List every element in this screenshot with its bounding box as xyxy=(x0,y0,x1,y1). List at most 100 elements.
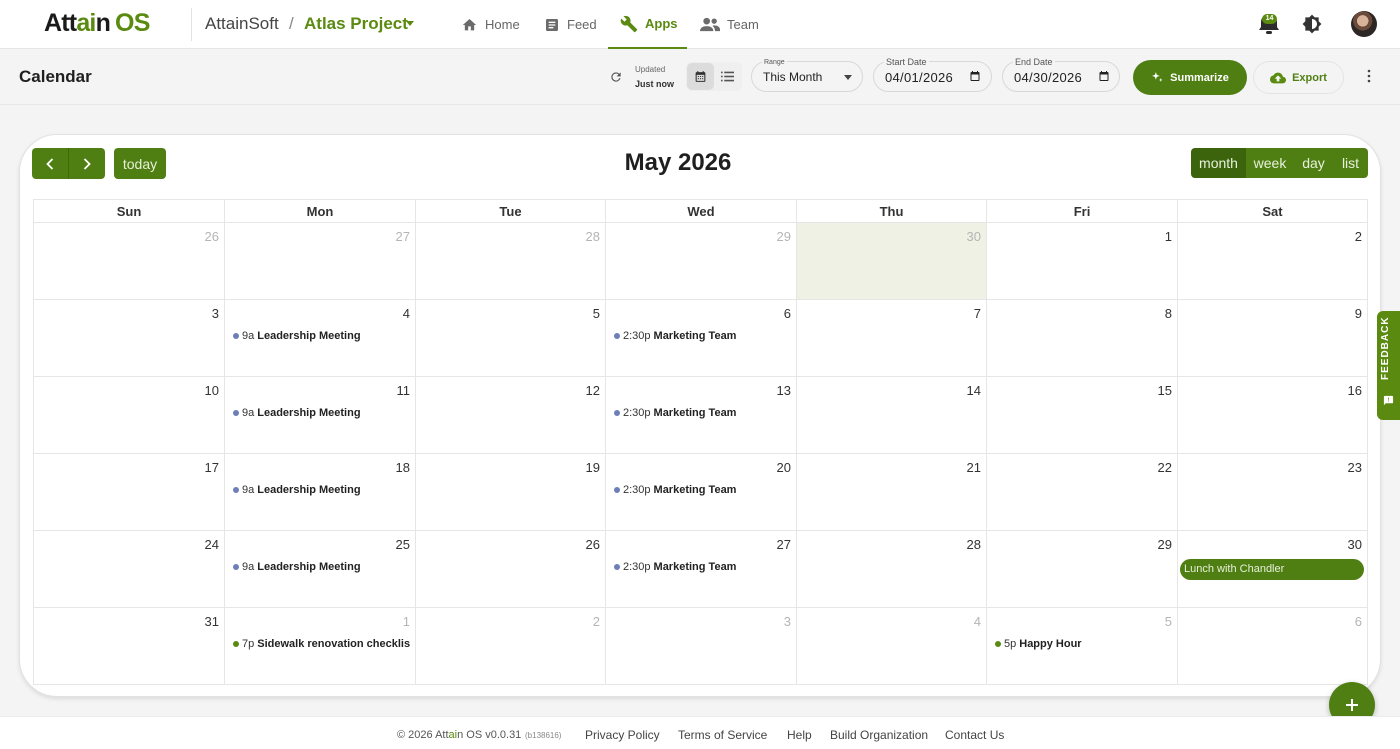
calendar-event[interactable]: 2:30p Marketing Team xyxy=(614,407,736,419)
view-day-button[interactable]: day xyxy=(1294,148,1333,178)
day-number[interactable]: 18 xyxy=(396,460,410,475)
today-button[interactable]: today xyxy=(114,148,166,179)
day-number[interactable]: 29 xyxy=(777,229,791,244)
day-cell[interactable]: 20 2:30p Marketing Team xyxy=(605,454,796,531)
day-number[interactable]: 2 xyxy=(593,614,600,629)
day-number[interactable]: 22 xyxy=(1158,460,1172,475)
day-cell[interactable]: 29 xyxy=(986,531,1177,608)
day-number[interactable]: 2 xyxy=(1355,229,1362,244)
view-month-button[interactable]: month xyxy=(1191,148,1246,178)
theme-toggle-icon[interactable] xyxy=(1302,14,1322,34)
nav-feed[interactable]: Feed xyxy=(544,0,597,49)
project-selector[interactable]: Atlas Project xyxy=(304,14,408,34)
day-number[interactable]: 17 xyxy=(205,460,219,475)
calendar-event[interactable]: 2:30p Marketing Team xyxy=(614,330,736,342)
calendar-event[interactable]: 5p Happy Hour xyxy=(995,638,1082,650)
calendar-event[interactable]: 2:30p Marketing Team xyxy=(614,484,736,496)
day-cell[interactable]: 15 xyxy=(986,377,1177,454)
day-number[interactable]: 26 xyxy=(586,537,600,552)
next-month-button[interactable] xyxy=(69,148,106,179)
day-cell[interactable]: 11 9a Leadership Meeting xyxy=(224,377,415,454)
day-number[interactable]: 3 xyxy=(784,614,791,629)
day-cell[interactable]: 7 xyxy=(796,300,986,377)
calendar-event[interactable]: 9a Leadership Meeting xyxy=(233,330,361,342)
day-cell[interactable]: 6 xyxy=(1177,608,1368,685)
day-cell[interactable]: 13 2:30p Marketing Team xyxy=(605,377,796,454)
day-number[interactable]: 1 xyxy=(1165,229,1172,244)
calendar-event[interactable]: 9a Leadership Meeting xyxy=(233,407,361,419)
day-cell[interactable]: 9 xyxy=(1177,300,1368,377)
view-list-button[interactable]: list xyxy=(1333,148,1368,178)
day-cell[interactable]: 14 xyxy=(796,377,986,454)
day-number[interactable]: 12 xyxy=(586,383,600,398)
prev-month-button[interactable] xyxy=(32,148,69,179)
day-number[interactable]: 27 xyxy=(396,229,410,244)
day-number[interactable]: 8 xyxy=(1165,306,1172,321)
day-cell[interactable]: 5 xyxy=(415,300,605,377)
day-cell[interactable]: 29 xyxy=(605,223,796,300)
day-cell[interactable]: 23 xyxy=(1177,454,1368,531)
day-number[interactable]: 31 xyxy=(205,614,219,629)
day-cell[interactable]: 2 xyxy=(415,608,605,685)
end-date-field[interactable]: End Date 04/30/2026 xyxy=(1002,57,1120,92)
day-cell[interactable]: 21 xyxy=(796,454,986,531)
day-cell[interactable]: 10 xyxy=(33,377,224,454)
day-cell[interactable]: 27 xyxy=(224,223,415,300)
refresh-icon[interactable] xyxy=(609,70,623,84)
day-number[interactable]: 11 xyxy=(397,383,411,398)
calendar-event[interactable]: 2:30p Marketing Team xyxy=(614,561,736,573)
day-cell[interactable]: 26 xyxy=(415,531,605,608)
user-avatar[interactable] xyxy=(1351,11,1377,37)
calendar-event[interactable]: 9a Leadership Meeting xyxy=(233,484,361,496)
day-number[interactable]: 6 xyxy=(1355,614,1362,629)
day-cell[interactable]: 28 xyxy=(796,531,986,608)
day-number[interactable]: 5 xyxy=(593,306,600,321)
day-cell[interactable]: 27 2:30p Marketing Team xyxy=(605,531,796,608)
calendar-event[interactable]: 9a Leadership Meeting xyxy=(233,561,361,573)
footer-link-build-org[interactable]: Build Organization xyxy=(830,728,928,742)
day-cell[interactable]: 30 xyxy=(796,223,986,300)
nav-home[interactable]: Home xyxy=(461,0,520,49)
day-number[interactable]: 10 xyxy=(205,383,219,398)
day-cell[interactable]: 1 xyxy=(986,223,1177,300)
day-cell[interactable]: 18 9a Leadership Meeting xyxy=(224,454,415,531)
footer-link-help[interactable]: Help xyxy=(787,728,812,742)
day-number[interactable]: 21 xyxy=(967,460,981,475)
day-number[interactable]: 27 xyxy=(777,537,791,552)
day-cell[interactable]: 25 9a Leadership Meeting xyxy=(224,531,415,608)
day-cell[interactable]: 1 7p Sidewalk renovation checklis xyxy=(224,608,415,685)
nav-apps[interactable]: Apps xyxy=(608,0,687,49)
day-cell[interactable]: 28 xyxy=(415,223,605,300)
day-cell[interactable]: 3 xyxy=(33,300,224,377)
day-number[interactable]: 14 xyxy=(967,383,981,398)
view-week-button[interactable]: week xyxy=(1246,148,1294,178)
day-number[interactable]: 4 xyxy=(403,306,410,321)
day-cell[interactable]: 26 xyxy=(33,223,224,300)
day-number[interactable]: 1 xyxy=(403,614,410,629)
day-cell[interactable]: 5 5p Happy Hour xyxy=(986,608,1177,685)
day-number[interactable]: 16 xyxy=(1348,383,1362,398)
logo[interactable]: Attain OS xyxy=(44,9,150,38)
footer-link-terms[interactable]: Terms of Service xyxy=(678,728,767,742)
all-day-event[interactable]: Lunch with Chandler xyxy=(1180,559,1364,580)
calendar-view-button[interactable] xyxy=(687,63,714,90)
day-number[interactable]: 30 xyxy=(967,229,981,244)
day-number[interactable]: 23 xyxy=(1348,460,1362,475)
day-number[interactable]: 9 xyxy=(1355,306,1362,321)
day-number[interactable]: 20 xyxy=(777,460,791,475)
day-cell[interactable]: 31 xyxy=(33,608,224,685)
calendar-event[interactable]: 7p Sidewalk renovation checklis xyxy=(233,638,410,650)
day-number[interactable]: 19 xyxy=(586,460,600,475)
export-button[interactable]: Export xyxy=(1253,61,1344,94)
day-number[interactable]: 28 xyxy=(967,537,981,552)
day-cell[interactable]: 16 xyxy=(1177,377,1368,454)
calendar-icon[interactable] xyxy=(969,70,981,82)
day-cell[interactable]: 12 xyxy=(415,377,605,454)
summarize-button[interactable]: Summarize xyxy=(1133,60,1247,95)
day-number[interactable]: 25 xyxy=(396,537,410,552)
day-number[interactable]: 30 xyxy=(1348,537,1362,552)
day-cell[interactable]: 24 xyxy=(33,531,224,608)
day-number[interactable]: 26 xyxy=(205,229,219,244)
day-cell[interactable]: 4 9a Leadership Meeting xyxy=(224,300,415,377)
day-cell[interactable]: 3 xyxy=(605,608,796,685)
